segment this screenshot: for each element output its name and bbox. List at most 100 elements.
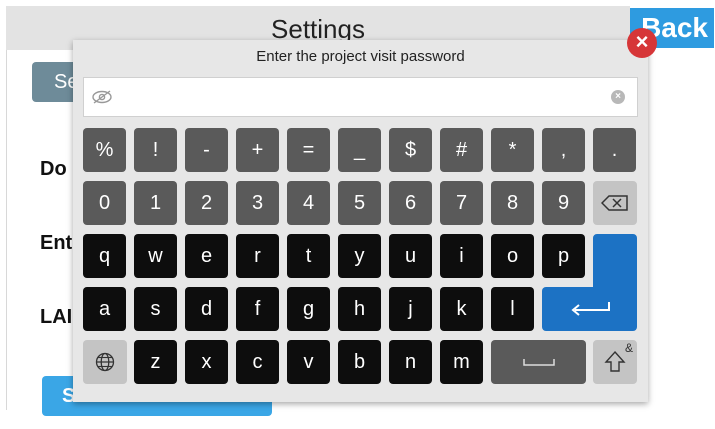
key-digit[interactable]: 9 [542, 181, 585, 225]
key-letter[interactable]: d [185, 287, 228, 331]
setting-label-1: Do [40, 158, 67, 180]
key-label: + [251, 138, 264, 161]
key-symbol[interactable]: + [236, 128, 279, 172]
key-label: 4 [302, 191, 315, 214]
key-letter[interactable]: v [287, 340, 330, 384]
key-label: 5 [353, 191, 366, 214]
key-letter[interactable]: p [542, 234, 585, 278]
key-digit[interactable]: 5 [338, 181, 381, 225]
key-letter[interactable]: l [491, 287, 534, 331]
key-label: = [302, 138, 315, 161]
key-label: _ [353, 138, 366, 161]
key-symbol[interactable]: - [185, 128, 228, 172]
key-label: 2 [200, 191, 213, 214]
key-label: u [404, 244, 417, 267]
key-label: - [203, 138, 210, 161]
key-symbol[interactable]: $ [389, 128, 432, 172]
key-letter[interactable]: u [389, 234, 432, 278]
key-digit[interactable]: 3 [236, 181, 279, 225]
key-label: j [408, 297, 413, 320]
key-label: s [150, 297, 161, 320]
key-label: # [455, 138, 468, 161]
key-symbol[interactable]: ! [134, 128, 177, 172]
backspace-icon [601, 195, 628, 211]
key-digit[interactable]: 7 [440, 181, 483, 225]
key-letter[interactable]: f [236, 287, 279, 331]
key-symbol[interactable]: . [593, 128, 636, 172]
key-label: z [150, 350, 161, 373]
setting-label-2: Ent [40, 232, 73, 254]
key-letter[interactable]: n [389, 340, 432, 384]
key-label: 0 [98, 191, 111, 214]
key-label: ! [152, 138, 159, 161]
key-label: h [353, 297, 366, 320]
key-label: 9 [557, 191, 570, 214]
key-symbol[interactable]: = [287, 128, 330, 172]
key-label: q [98, 244, 111, 267]
key-letter[interactable]: j [389, 287, 432, 331]
key-digit[interactable]: 2 [185, 181, 228, 225]
key-symbol[interactable]: _ [338, 128, 381, 172]
key-label: p [557, 244, 570, 267]
key-digit[interactable]: 1 [134, 181, 177, 225]
key-letter[interactable]: q [83, 234, 126, 278]
space-key[interactable] [491, 340, 586, 384]
key-digit[interactable]: 0 [83, 181, 126, 225]
key-label: v [303, 350, 314, 373]
space-icon [522, 359, 555, 366]
key-label: . [611, 138, 618, 161]
enter-key[interactable] [593, 234, 637, 294]
password-input[interactable]: × [83, 77, 638, 117]
globe-icon [95, 352, 115, 372]
backspace-key[interactable] [593, 181, 637, 225]
eye-icon[interactable] [92, 89, 112, 105]
key-letter[interactable]: g [287, 287, 330, 331]
key-label: i [459, 244, 464, 267]
language-key[interactable] [83, 340, 127, 384]
key-symbol[interactable]: , [542, 128, 585, 172]
key-letter[interactable]: h [338, 287, 381, 331]
key-label: y [354, 244, 365, 267]
key-label: m [453, 350, 470, 373]
key-label: w [148, 244, 163, 267]
key-letter[interactable]: s [134, 287, 177, 331]
password-dialog: Enter the project visit password × %! - + =… [73, 40, 648, 402]
key-label: g [302, 297, 315, 320]
key-label: a [98, 297, 111, 320]
key-letter[interactable]: z [134, 340, 177, 384]
key-label: k [456, 297, 467, 320]
key-letter[interactable]: y [338, 234, 381, 278]
key-label: $ [404, 138, 417, 161]
key-letter[interactable]: e [185, 234, 228, 278]
key-label: l [510, 297, 515, 320]
key-letter[interactable]: o [491, 234, 534, 278]
key-letter[interactable]: b [338, 340, 381, 384]
key-letter[interactable]: w [134, 234, 177, 278]
key-label: b [353, 350, 366, 373]
key-letter[interactable]: t [287, 234, 330, 278]
key-label: r [254, 244, 261, 267]
key-letter[interactable]: x [185, 340, 228, 384]
close-dialog-button[interactable]: × [627, 28, 657, 58]
key-digit[interactable]: 4 [287, 181, 330, 225]
clear-icon[interactable]: × [611, 90, 625, 104]
key-digit[interactable]: 8 [491, 181, 534, 225]
key-letter[interactable]: k [440, 287, 483, 331]
key-label: 3 [251, 191, 264, 214]
key-label: % [95, 138, 114, 161]
key-letter[interactable]: c [236, 340, 279, 384]
key-label: d [200, 297, 213, 320]
key-digit[interactable]: 6 [389, 181, 432, 225]
key-symbol[interactable]: * [491, 128, 534, 172]
key-label: * [508, 138, 517, 161]
key-symbol[interactable]: % [83, 128, 126, 172]
key-symbol[interactable]: # [440, 128, 483, 172]
enter-key[interactable] [542, 287, 637, 331]
shift-key[interactable]: & [593, 340, 637, 384]
key-label: o [506, 244, 519, 267]
key-letter[interactable]: r [236, 234, 279, 278]
key-letter[interactable]: a [83, 287, 126, 331]
key-letter[interactable]: i [440, 234, 483, 278]
key-letter[interactable]: m [440, 340, 483, 384]
key-label: n [404, 350, 417, 373]
